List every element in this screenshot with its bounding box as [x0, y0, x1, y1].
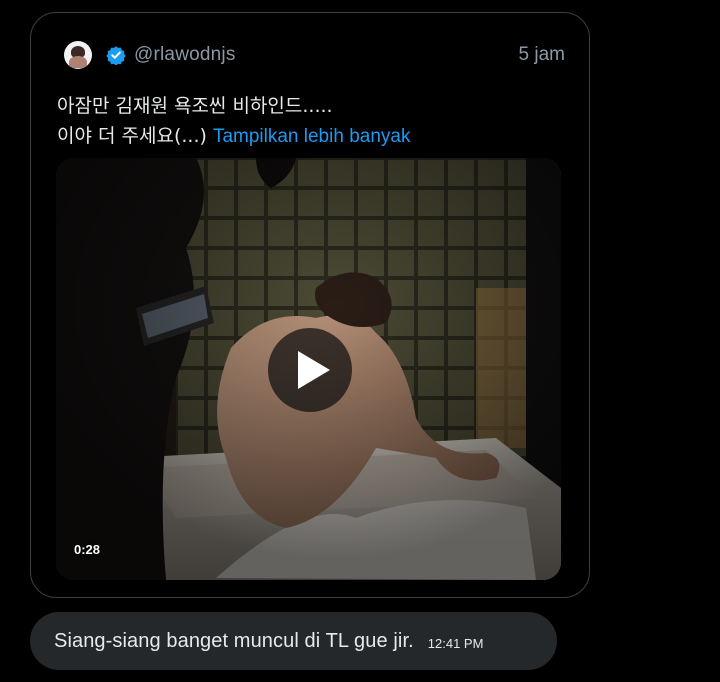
play-icon — [298, 351, 330, 389]
tweet-text-line-2-content: 이야 더 주세요(...) — [57, 125, 207, 147]
show-more-link[interactable]: Tampilkan lebih banyak — [213, 126, 411, 147]
tweet-text: 아잠만 김재원 욕조씬 비하인드..... 이야 더 주세요(...) Tamp… — [57, 91, 567, 152]
tweet-header: @rlawodnjs 5 jam — [64, 39, 565, 71]
tweet-text-line-1: 아잠만 김재원 욕조씬 비하인드..... — [57, 95, 333, 117]
video-player[interactable]: 0:28 — [56, 158, 561, 580]
message-text: Siang-siang banget muncul di TL gue jir. — [54, 629, 414, 652]
chat-screen: @rlawodnjs 5 jam 아잠만 김재원 욕조씬 비하인드..... 이… — [0, 0, 720, 682]
video-duration: 0:28 — [74, 542, 101, 557]
play-button[interactable] — [268, 328, 352, 412]
verified-badge-icon — [106, 46, 126, 65]
message-bubble[interactable]: Siang-siang banget muncul di TL gue jir.… — [30, 612, 557, 670]
message-time: 12:41 PM — [427, 635, 484, 651]
quoted-tweet-card[interactable]: @rlawodnjs 5 jam 아잠만 김재원 욕조씬 비하인드..... 이… — [30, 12, 590, 598]
avatar[interactable] — [64, 41, 92, 69]
tweet-handle[interactable]: @rlawodnjs — [134, 44, 236, 66]
tweet-time: 5 jam — [518, 44, 565, 65]
tweet-text-line-2: 이야 더 주세요(...) Tampilkan lebih banyak — [57, 121, 567, 152]
